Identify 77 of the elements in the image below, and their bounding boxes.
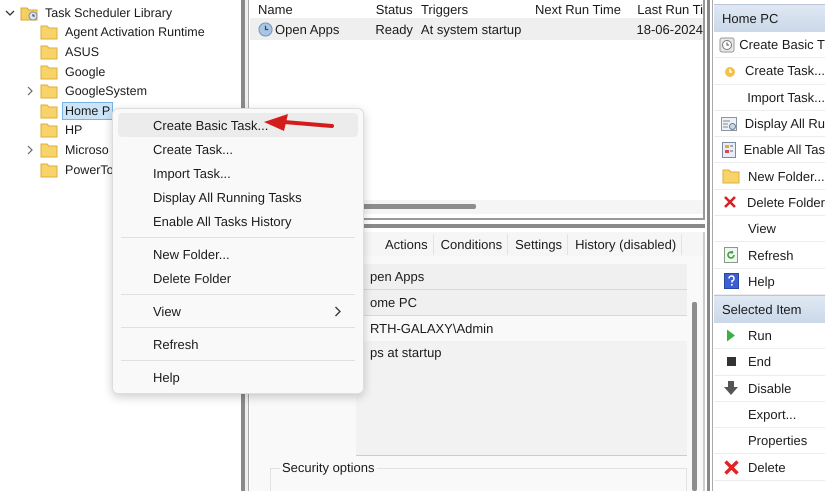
action-link[interactable]: Import Task... — [747, 90, 825, 105]
folder-icon — [40, 44, 58, 60]
tab[interactable]: History (disabled) — [570, 234, 682, 254]
tree-item[interactable]: Home P — [62, 102, 114, 120]
folder-icon — [722, 168, 740, 184]
folder-icon — [40, 122, 58, 138]
window-icon — [721, 116, 738, 131]
document-icon — [722, 142, 736, 158]
action-link[interactable]: Refresh — [748, 248, 794, 263]
down-arrow-icon — [724, 381, 738, 396]
scheduler-folder-icon — [20, 4, 38, 21]
action-link[interactable]: Disable — [748, 380, 792, 396]
tree-item[interactable]: Microso — [62, 140, 112, 159]
tree-item[interactable]: PowerTo — [62, 160, 117, 179]
table-cell: At system startup — [420, 22, 522, 36]
column-header[interactable]: Triggers — [412, 2, 527, 16]
delete-icon — [724, 196, 736, 208]
folder-icon — [40, 83, 58, 100]
tree-item[interactable]: ASUS — [62, 42, 102, 61]
menu-item[interactable]: Help — [118, 365, 358, 389]
action-link[interactable]: End — [748, 354, 772, 370]
stop-icon — [726, 357, 736, 366]
tree-item[interactable]: Agent Activation Runtime — [62, 23, 208, 42]
chevron-icon[interactable] — [4, 8, 16, 18]
refresh-icon — [724, 247, 738, 264]
column-header[interactable]: Name — [250, 2, 368, 16]
chevron-icon[interactable] — [25, 86, 35, 96]
action-link[interactable]: Export... — [748, 407, 796, 422]
action-link[interactable]: Delete Folder — [746, 194, 825, 210]
table-cell: Open Apps — [275, 22, 340, 36]
folder-icon — [40, 142, 58, 158]
action-link[interactable]: View — [748, 221, 776, 236]
folder-icon — [40, 162, 58, 178]
menu-item[interactable]: Create Basic Task... — [118, 113, 358, 137]
action-link[interactable]: Create Task... — [745, 63, 825, 78]
menu-item[interactable]: Import Task... — [118, 161, 358, 185]
group-label: Security options — [280, 460, 376, 475]
folder-icon — [40, 24, 58, 40]
clock-icon — [258, 22, 273, 36]
help-icon — [724, 273, 738, 290]
tree-item[interactable]: GoogleSystem — [62, 82, 150, 100]
table-cell: 18-06-2024 — [636, 22, 703, 36]
action-link[interactable]: New Folder... — [748, 168, 825, 184]
menu-item[interactable]: New Folder... — [118, 242, 358, 266]
splitter[interactable] — [705, 0, 714, 491]
menu-item[interactable]: Create Task... — [118, 137, 358, 161]
column-header[interactable]: Status — [368, 2, 413, 16]
column-header[interactable]: Next Run Time — [526, 2, 638, 16]
description-field[interactable]: ps at startup — [356, 341, 687, 456]
menu-item[interactable]: Display All Running Tasks — [118, 185, 358, 209]
clock-icon — [718, 36, 735, 53]
folder-icon — [40, 64, 58, 80]
action-link[interactable]: Run — [748, 328, 772, 344]
menu-item[interactable]: Enable All Tasks History — [118, 209, 358, 233]
chevron-icon[interactable] — [25, 144, 35, 155]
table-cell: Ready — [375, 22, 413, 36]
play-icon — [726, 329, 736, 342]
action-link[interactable]: Properties — [748, 433, 808, 448]
tab[interactable]: Settings — [510, 234, 568, 254]
action-link[interactable]: Help — [748, 274, 775, 289]
action-link[interactable]: Delete — [748, 460, 786, 475]
tab[interactable]: Actions — [380, 234, 434, 254]
action-link[interactable]: Enable All Tas — [744, 142, 825, 158]
action-link[interactable]: Create Basic T — [739, 37, 825, 52]
delete-icon — [724, 460, 738, 475]
section-header: Home PC — [714, 4, 825, 32]
scrollbar-thumb[interactable] — [692, 302, 697, 491]
column-header[interactable]: Last Run Ti — [637, 2, 704, 16]
tab[interactable]: Conditions — [436, 234, 508, 254]
tree-item[interactable]: HP — [62, 121, 86, 140]
tree-item[interactable]: Task Scheduler Library — [42, 4, 176, 22]
section-header: Selected Item — [714, 294, 825, 323]
menu-item[interactable]: Refresh — [118, 332, 358, 356]
folder-icon — [40, 102, 58, 119]
task-row[interactable]: Open Apps Ready At system startup 18-06-2024 — [250, 18, 703, 40]
tree-item[interactable]: Google — [62, 62, 108, 81]
action-link[interactable]: Display All Ru — [744, 116, 825, 132]
